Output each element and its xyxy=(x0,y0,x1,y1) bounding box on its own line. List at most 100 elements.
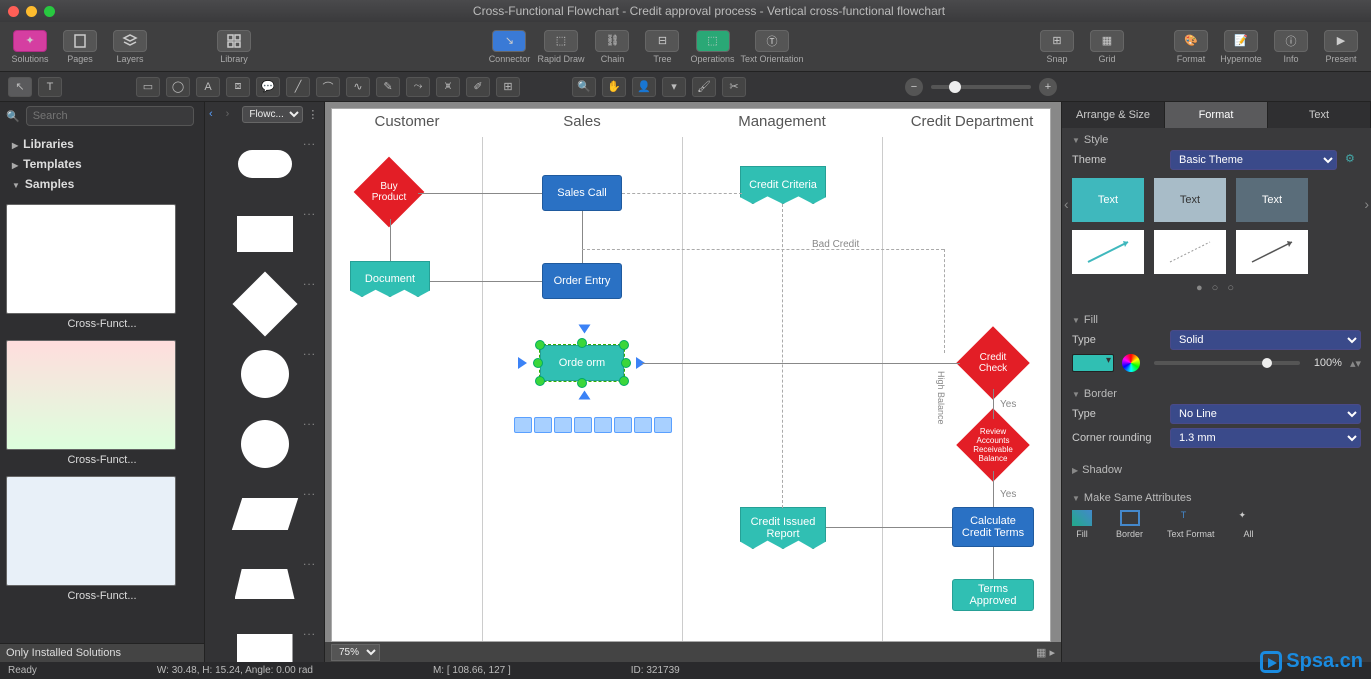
hypernote-button[interactable]: 📝Hypernote xyxy=(1219,30,1263,64)
layers-button[interactable]: Layers xyxy=(108,30,152,64)
theme-card[interactable] xyxy=(1236,230,1308,274)
palette-back-button[interactable]: ‹ xyxy=(209,108,222,120)
connector[interactable] xyxy=(430,281,542,282)
tree-button[interactable]: ⊟Tree xyxy=(640,30,684,64)
palette-library-select[interactable]: Flowc... xyxy=(242,106,303,123)
connection-arrow-down[interactable] xyxy=(579,391,591,400)
rapid-draw-button[interactable]: ⬚Rapid Draw xyxy=(537,30,584,64)
pages-button[interactable]: Pages xyxy=(58,30,102,64)
copy-border-button[interactable]: Border xyxy=(1116,510,1143,539)
quick-shapes-bar[interactable] xyxy=(512,415,674,435)
pointer-tool[interactable]: ↖ xyxy=(8,77,32,97)
ellipse-tool[interactable]: ◯ xyxy=(166,77,190,97)
shape-terms-approved[interactable]: Terms Approved xyxy=(952,579,1034,611)
connector[interactable] xyxy=(993,471,994,507)
zoom-in-button[interactable]: + xyxy=(1039,78,1057,96)
connector[interactable] xyxy=(993,547,994,579)
text-tool[interactable]: T xyxy=(38,77,62,97)
sample-thumbnail[interactable]: Cross-Funct... xyxy=(6,204,198,330)
theme-card[interactable] xyxy=(1154,230,1226,274)
shape-credit-issued[interactable]: Credit Issued Report xyxy=(740,507,826,549)
shape-sales-call[interactable]: Sales Call xyxy=(542,175,622,211)
shape-order-entry[interactable]: Order Entry xyxy=(542,263,622,299)
color-picker-button[interactable] xyxy=(1122,354,1140,372)
shape-decision[interactable] xyxy=(211,272,318,336)
theme-select[interactable]: Basic Theme xyxy=(1170,150,1337,170)
text-orientation-button[interactable]: ⓉText Orientation xyxy=(741,30,804,64)
sample-thumbnail[interactable]: Cross-Funct... xyxy=(6,340,198,466)
brush-tool[interactable]: 🖌 xyxy=(692,77,716,97)
border-section-header[interactable]: Border xyxy=(1072,388,1361,400)
zoom-slider[interactable]: − + xyxy=(905,78,1057,96)
eyedropper-tool[interactable]: 👤 xyxy=(632,77,656,97)
shape-order-form-selected[interactable]: Orde orm xyxy=(540,345,624,381)
connector[interactable] xyxy=(582,211,583,263)
pen-tool[interactable]: ✎ xyxy=(376,77,400,97)
callout-tool[interactable]: 💬 xyxy=(256,77,280,97)
connector[interactable] xyxy=(826,527,952,528)
shape-process[interactable] xyxy=(211,202,318,266)
zoom-tool[interactable]: 🔍 xyxy=(572,77,596,97)
connector-dashed[interactable] xyxy=(782,204,783,508)
theme-card[interactable]: Text xyxy=(1236,178,1308,222)
tab-arrange[interactable]: Arrange & Size xyxy=(1062,102,1165,128)
shape-data[interactable] xyxy=(211,482,318,546)
connector-dashed[interactable] xyxy=(582,249,944,250)
close-window-button[interactable] xyxy=(8,6,19,17)
search-input[interactable] xyxy=(26,106,194,126)
connector[interactable] xyxy=(642,363,960,364)
theme-prev-button[interactable]: ‹ xyxy=(1064,196,1069,212)
shape-connector[interactable] xyxy=(211,342,318,406)
copy-text-button[interactable]: TText Format xyxy=(1167,510,1215,539)
present-button[interactable]: ▶Present xyxy=(1319,30,1363,64)
polyline-tool[interactable]: ⩙ xyxy=(436,77,460,97)
text-shape-tool[interactable]: A xyxy=(196,77,220,97)
connector[interactable] xyxy=(418,193,542,194)
theme-card[interactable]: Text xyxy=(1072,178,1144,222)
libraries-node[interactable]: Libraries xyxy=(8,134,196,154)
samples-node[interactable]: Samples xyxy=(8,174,196,194)
crop-tool[interactable]: ✂ xyxy=(722,77,746,97)
shape-document[interactable] xyxy=(211,622,318,662)
connector-dashed[interactable] xyxy=(622,193,742,194)
theme-settings-icon[interactable]: ⚙ xyxy=(1345,152,1361,168)
copy-fill-button[interactable]: Fill xyxy=(1072,510,1092,539)
connector-dashed[interactable] xyxy=(944,249,945,353)
minimize-window-button[interactable] xyxy=(26,6,37,17)
theme-next-button[interactable]: › xyxy=(1364,196,1369,212)
connector[interactable] xyxy=(993,389,994,419)
bezier-tool[interactable]: ⤳ xyxy=(406,77,430,97)
hand-tool[interactable]: ✋ xyxy=(602,77,626,97)
shape-buy-product[interactable]: Buy Product xyxy=(354,157,425,228)
only-installed-toggle[interactable]: Only Installed Solutions xyxy=(0,643,204,662)
info-button[interactable]: ⓘInfo xyxy=(1269,30,1313,64)
rect-tool[interactable]: ▭ xyxy=(136,77,160,97)
opacity-stepper[interactable]: ▴▾ xyxy=(1350,357,1361,370)
tab-format[interactable]: Format xyxy=(1165,102,1268,128)
style-section-header[interactable]: Style xyxy=(1072,134,1361,146)
bucket-tool[interactable]: ▾ xyxy=(662,77,686,97)
sample-thumbnail[interactable]: Cross-Funct... xyxy=(6,476,198,602)
theme-card[interactable] xyxy=(1072,230,1144,274)
line-tool[interactable]: ╱ xyxy=(286,77,310,97)
curve-tool[interactable]: ∿ xyxy=(346,77,370,97)
pages-nav-icon[interactable]: ▦ ▸ xyxy=(1036,646,1055,659)
canvas[interactable]: Customer Sales Management Credit Departm… xyxy=(325,102,1061,642)
chain-button[interactable]: ⛓Chain xyxy=(590,30,634,64)
operations-button[interactable]: ⬚Operations xyxy=(690,30,734,64)
tab-text[interactable]: Text xyxy=(1268,102,1371,128)
fill-color-swatch[interactable] xyxy=(1072,354,1114,372)
shape-terminator[interactable] xyxy=(211,132,318,196)
fill-section-header[interactable]: Fill xyxy=(1072,314,1361,326)
freehand-tool[interactable]: ✐ xyxy=(466,77,490,97)
opacity-slider[interactable] xyxy=(1154,361,1300,365)
palette-forward-button[interactable]: › xyxy=(226,108,239,120)
connector[interactable] xyxy=(390,219,391,261)
library-button[interactable]: Library xyxy=(212,30,256,64)
shape-document[interactable]: Document xyxy=(350,261,430,297)
templates-node[interactable]: Templates xyxy=(8,154,196,174)
solutions-button[interactable]: ✦Solutions xyxy=(8,30,52,64)
shape-manual-operation[interactable] xyxy=(211,552,318,616)
connection-arrow-left[interactable] xyxy=(518,357,527,369)
theme-card[interactable]: Text xyxy=(1154,178,1226,222)
